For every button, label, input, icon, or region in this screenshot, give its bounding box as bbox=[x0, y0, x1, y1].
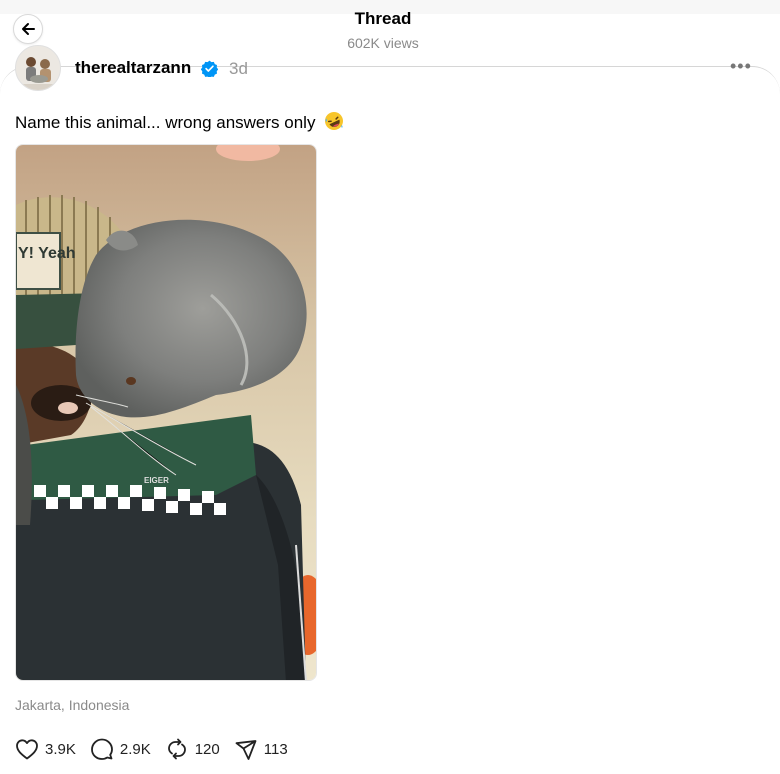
jacket-logo-text: EIGER bbox=[144, 476, 169, 485]
top-bar: Thread 602K views bbox=[0, 0, 780, 66]
like-count: 3.9K bbox=[45, 740, 76, 758]
heart-icon bbox=[16, 739, 38, 760]
laughing-emoji-icon bbox=[325, 112, 344, 130]
repost-button[interactable]: 120 bbox=[165, 736, 220, 762]
action-bar: 3.9K 2.9K 120 113 bbox=[15, 736, 302, 762]
post-image[interactable]: EIGER Y! Yeah bbox=[15, 144, 317, 681]
page-title: Thread bbox=[354, 9, 412, 28]
reply-button[interactable]: 2.9K bbox=[90, 736, 151, 762]
post-text: Name this animal... wrong answers only bbox=[15, 111, 344, 133]
post-photo: EIGER Y! Yeah bbox=[16, 145, 316, 680]
post-text-content: Name this animal... wrong answers only bbox=[15, 113, 316, 132]
share-count: 113 bbox=[263, 740, 288, 758]
arrow-left-icon bbox=[22, 23, 35, 35]
view-count: 602K views bbox=[347, 35, 419, 51]
share-button[interactable]: 113 bbox=[234, 736, 288, 762]
repost-count: 120 bbox=[194, 740, 220, 758]
comment-bubble-icon bbox=[90, 738, 113, 760]
verified-badge-icon bbox=[201, 60, 218, 77]
repost-icon bbox=[167, 738, 186, 760]
send-icon bbox=[235, 740, 257, 760]
back-button[interactable] bbox=[13, 14, 43, 44]
username[interactable]: therealtarzann bbox=[75, 58, 191, 78]
post-timestamp[interactable]: 3d bbox=[229, 59, 248, 79]
like-button[interactable]: 3.9K bbox=[15, 736, 76, 762]
reply-count: 2.9K bbox=[119, 740, 151, 758]
avatar-image bbox=[16, 46, 60, 90]
cap-patch-text: Y! Yeah bbox=[18, 245, 76, 262]
location-label[interactable]: Jakarta, Indonesia bbox=[15, 697, 129, 713]
avatar[interactable] bbox=[15, 45, 61, 91]
more-options-icon[interactable]: ••• bbox=[730, 57, 752, 75]
